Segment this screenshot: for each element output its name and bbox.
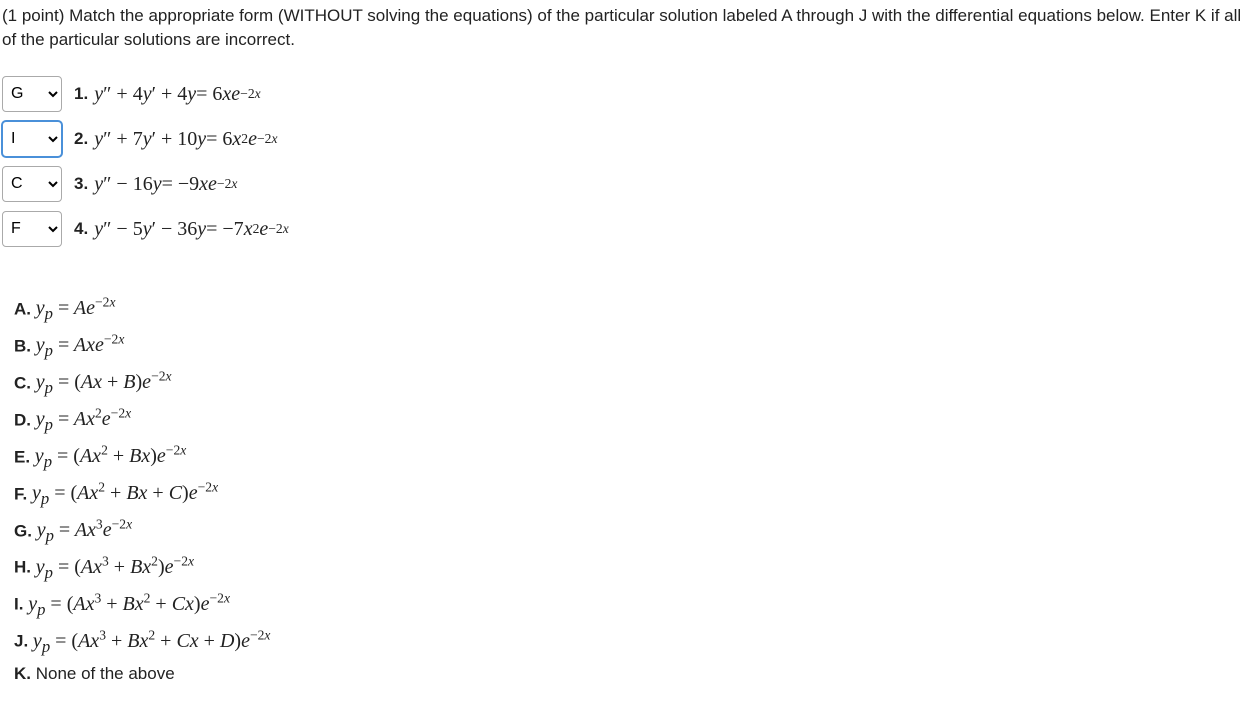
equation-text: 2. y″ + 7y′ + 10y = 6x2e−2x <box>74 125 278 153</box>
answer-option: G. yp = Ax3e−2x <box>14 515 1253 548</box>
answer-option: F. yp = (Ax2 + Bx + C)e−2x <box>14 478 1253 511</box>
instructions: (1 point) Match the appropriate form (WI… <box>2 4 1253 52</box>
question-row: ?ABCDEFGHIJK 2. y″ + 7y′ + 10y = 6x2e−2x <box>2 121 1253 157</box>
answer-select[interactable]: ?ABCDEFGHIJK <box>2 76 62 112</box>
equation-text: 1. y″ + 4y′ + 4y = 6xe−2x <box>74 80 261 108</box>
answer-option: C. yp = (Ax + B)e−2x <box>14 367 1253 400</box>
answer-option: D. yp = Ax2e−2x <box>14 404 1253 437</box>
answer-select[interactable]: ?ABCDEFGHIJK <box>2 211 62 247</box>
question-row: ?ABCDEFGHIJK 4. y″ − 5y′ − 36y = −7x2e−2x <box>2 211 1253 247</box>
answer-option: E. yp = (Ax2 + Bx)e−2x <box>14 441 1253 474</box>
equation-text: 4. y″ − 5y′ − 36y = −7x2e−2x <box>74 215 289 243</box>
questions-list: ?ABCDEFGHIJK1. y″ + 4y′ + 4y = 6xe−2x?AB… <box>2 76 1253 247</box>
answer-option: I. yp = (Ax3 + Bx2 + Cx)e−2x <box>14 588 1253 621</box>
answer-option: K. None of the above <box>14 662 1253 686</box>
question-row: ?ABCDEFGHIJK 1. y″ + 4y′ + 4y = 6xe−2x <box>2 76 1253 112</box>
answer-option: B. yp = Axe−2x <box>14 330 1253 363</box>
answer-option: H. yp = (Ax3 + Bx2)e−2x <box>14 551 1253 584</box>
question-row: ?ABCDEFGHIJK 3. y″ − 16y = −9xe−2x <box>2 166 1253 202</box>
answer-option: J. yp = (Ax3 + Bx2 + Cx + D)e−2x <box>14 625 1253 658</box>
answer-select[interactable]: ?ABCDEFGHIJK <box>2 121 62 157</box>
answer-select[interactable]: ?ABCDEFGHIJK <box>2 166 62 202</box>
answer-option: A. yp = Ae−2x <box>14 293 1253 326</box>
equation-text: 3. y″ − 16y = −9xe−2x <box>74 170 237 198</box>
answers-list: A. yp = Ae−2x B. yp = Axe−2x C. yp = (Ax +… <box>14 293 1253 687</box>
